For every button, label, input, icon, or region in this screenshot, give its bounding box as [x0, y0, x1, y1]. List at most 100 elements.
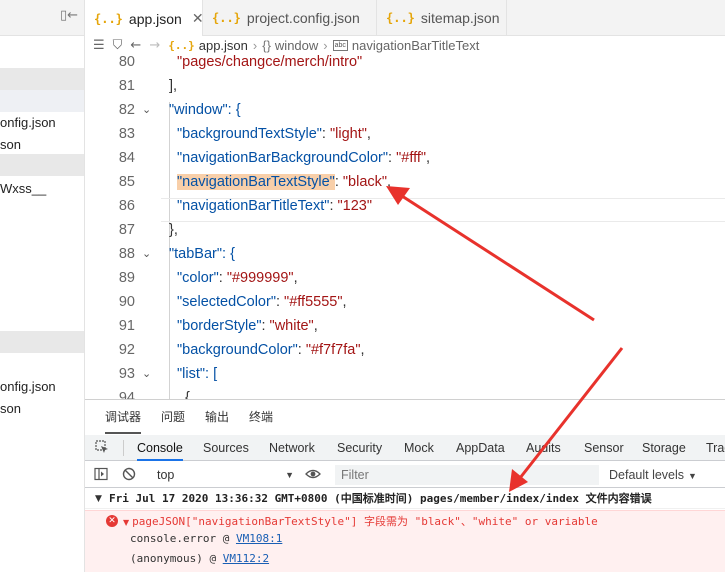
triangle-down-icon[interactable]: ▼ [123, 518, 129, 527]
json-file-icon: {..} [94, 11, 123, 26]
code-line: 82 ⌄ "window": { [85, 98, 725, 122]
code-line: 91 "borderStyle": "white", [85, 314, 725, 338]
line-number: 88 [118, 246, 135, 262]
sidebar-section-header[interactable] [0, 68, 84, 90]
code-line: 83 "backgroundTextStyle": "light", [85, 122, 725, 146]
trace-link[interactable]: VM108:1 [236, 532, 282, 545]
json-file-icon: {..} [386, 11, 415, 25]
error-icon: ✕ [106, 515, 118, 527]
code-text: "borderStyle": "white", [177, 318, 318, 334]
json-key: backgroundColor [182, 342, 293, 358]
inspect-element-icon[interactable] [95, 440, 109, 454]
breadcrumb-item-title[interactable]: navigationBarTitleText [352, 38, 479, 53]
sidebar-file-item[interactable]: onfig.json [0, 379, 56, 394]
json-file-icon: {..} [212, 11, 241, 25]
editor-tabs: {..} app.json ✕ {..} project.config.json… [85, 0, 725, 37]
line-number: 85 [118, 174, 135, 190]
sidebar-file-item[interactable]: son [0, 401, 21, 416]
code-line: 86 "navigationBarTitleText": "123" [85, 194, 725, 218]
tab-app-json[interactable]: {..} app.json ✕ [85, 0, 204, 37]
json-key: color [182, 270, 214, 286]
trace-link[interactable]: VM112:2 [223, 552, 269, 565]
tab-debugger[interactable]: 调试器 [105, 400, 142, 434]
breadcrumb-file[interactable]: app.json [199, 38, 248, 53]
code-text: "window": { [169, 102, 241, 118]
code-text: ], [169, 78, 178, 94]
tab-network[interactable]: Network [269, 435, 315, 461]
stack-trace-line: (anonymous) @ VM112:2 [130, 552, 269, 565]
code-text: "color": "#999999", [177, 270, 298, 286]
forward-arrow-icon[interactable]: → [149, 38, 160, 53]
tab-sensor[interactable]: Sensor [584, 435, 624, 461]
devtools-tabs: Console Sources Network Security Mock Ap… [85, 435, 725, 461]
tab-terminal[interactable]: 终端 [249, 400, 273, 434]
sidebar-file-item[interactable]: Wxss__ [0, 181, 46, 196]
console-error-entry: ✕ ▼ pageJSON["navigationBarTextStyle"] 字段… [85, 510, 725, 572]
dropdown-arrow-icon: ▼ [688, 471, 697, 481]
console-log: ▼ Fri Jul 17 2020 13:36:32 GMT+0800 (中国标… [85, 489, 725, 572]
bookmark-icon[interactable]: ⛉ [113, 38, 123, 53]
line-number: 89 [118, 270, 135, 286]
tab-sources[interactable]: Sources [203, 435, 249, 461]
error-text: pageJSON["navigationBarTextStyle"] 字段需为 … [132, 515, 598, 528]
chevron-down-icon[interactable]: ⌄ [142, 98, 151, 122]
close-icon[interactable]: ✕ [192, 10, 204, 27]
sidebar-file-item[interactable]: onfig.json [0, 115, 56, 130]
tab-mock[interactable]: Mock [404, 435, 434, 461]
code-text: "tabBar": { [169, 246, 235, 262]
json-value: #f7f7fa [310, 342, 356, 358]
json-value: #999999 [231, 270, 289, 286]
code-text: "backgroundTextStyle": "light", [177, 126, 371, 142]
back-arrow-icon[interactable]: ← [130, 38, 141, 53]
tab-security[interactable]: Security [337, 435, 382, 461]
split-editor-icon[interactable]: ▯← [60, 8, 78, 23]
tab-sitemap-json[interactable]: {..} sitemap.json [377, 0, 507, 36]
sidebar-file-item[interactable]: son [0, 137, 21, 152]
list-icon[interactable]: ☰ [93, 38, 105, 53]
tab-appdata[interactable]: AppData [456, 435, 505, 461]
tab-label: sitemap.json [420, 10, 500, 26]
context-select[interactable]: top ▼ [149, 466, 294, 484]
divider [123, 440, 124, 456]
line-number: 81 [118, 78, 135, 94]
log-levels-select[interactable]: Default levels ▼ [609, 466, 697, 484]
tab-label: app.json [128, 10, 182, 27]
code-line: 89 "color": "#999999", [85, 266, 725, 290]
console-group-header[interactable]: ▼ Fri Jul 17 2020 13:36:32 GMT+0800 (中国标… [85, 489, 725, 509]
trace-function: console.error @ [130, 532, 236, 545]
code-line: 80 "pages/changce/merch/intro" [85, 54, 725, 74]
sidebar-selected-row[interactable] [0, 90, 84, 112]
sidebar-section-header[interactable] [0, 331, 84, 353]
sidebar-section-header[interactable] [0, 154, 84, 176]
code-text: "list": [ [177, 366, 218, 382]
tab-output[interactable]: 输出 [205, 400, 229, 434]
code-text: "pages/changce/merch/intro" [177, 54, 363, 70]
triangle-down-icon[interactable]: ▼ [95, 489, 102, 509]
tab-problems[interactable]: 问题 [161, 400, 185, 434]
line-number: 92 [118, 342, 135, 358]
eye-icon[interactable] [305, 467, 321, 481]
error-message[interactable]: ▼ pageJSON["navigationBarTextStyle"] 字段需为… [123, 513, 598, 529]
tab-storage[interactable]: Storage [642, 435, 686, 461]
json-value: light [335, 126, 362, 142]
json-key: backgroundTextStyle [182, 126, 317, 142]
json-value: 123 [342, 198, 367, 214]
json-key-highlighted: navigationBarTextStyle [182, 174, 330, 190]
breadcrumb-item-window[interactable]: window [275, 38, 318, 53]
code-text: { [185, 390, 190, 399]
code-editor[interactable]: 80 "pages/changce/merch/intro" 81 ], 82 … [85, 54, 725, 399]
show-sidebar-icon[interactable] [94, 467, 108, 481]
tab-audits[interactable]: Audits [526, 435, 561, 461]
code-line: 94 { [85, 386, 725, 399]
tab-trace[interactable]: Trace [706, 435, 725, 461]
tab-console[interactable]: Console [137, 435, 183, 461]
log-levels-value: Default levels [609, 468, 685, 482]
filter-input[interactable] [335, 465, 599, 485]
chevron-right-icon: › [323, 37, 328, 53]
clear-console-icon[interactable] [122, 467, 136, 481]
json-value: #fff [401, 150, 421, 166]
chevron-down-icon[interactable]: ⌄ [142, 242, 151, 266]
code-line: 88 ⌄ "tabBar": { [85, 242, 725, 266]
chevron-down-icon[interactable]: ⌄ [142, 362, 151, 386]
tab-project-config-json[interactable]: {..} project.config.json [203, 0, 377, 36]
